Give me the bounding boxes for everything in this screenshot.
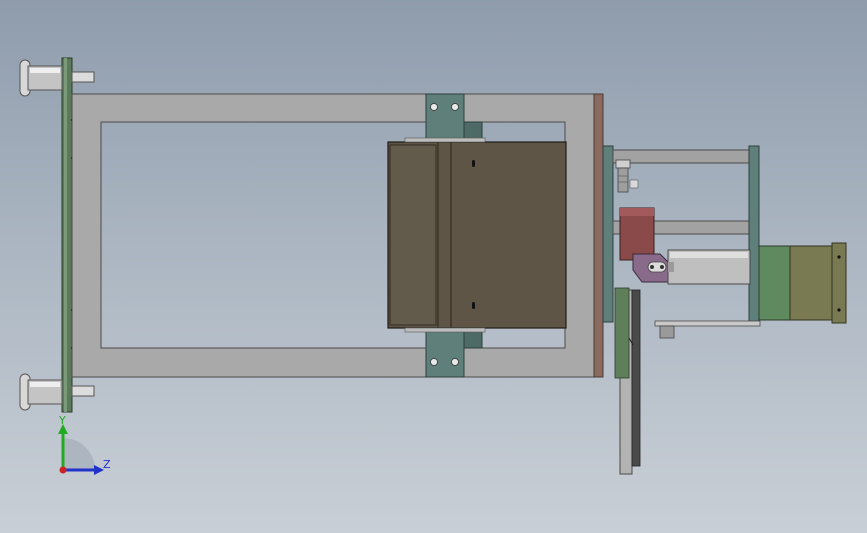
bottom-knob[interactable] [19,373,95,411]
adjust-screw[interactable] [615,159,639,193]
stepper-motor[interactable] [758,242,847,324]
cad-viewport[interactable]: Y Z [0,0,867,533]
long-vertical-arm[interactable] [614,287,641,475]
right-end-plate[interactable] [748,145,760,323]
purple-mount[interactable] [632,253,669,283]
y-axis-label: Y [58,414,66,427]
top-knob[interactable] [19,59,95,97]
assembly-model-view[interactable]: Y Z [0,0,867,533]
cylinder-body[interactable] [667,249,751,285]
axis-origin-dot [59,466,67,474]
vertical-green-plate[interactable] [602,145,614,323]
axis-triad: Y Z [58,414,111,475]
housing-box[interactable] [387,137,567,333]
z-axis-label: Z [103,458,111,471]
red-block[interactable] [619,207,655,261]
base-foot-plate[interactable] [654,320,761,339]
